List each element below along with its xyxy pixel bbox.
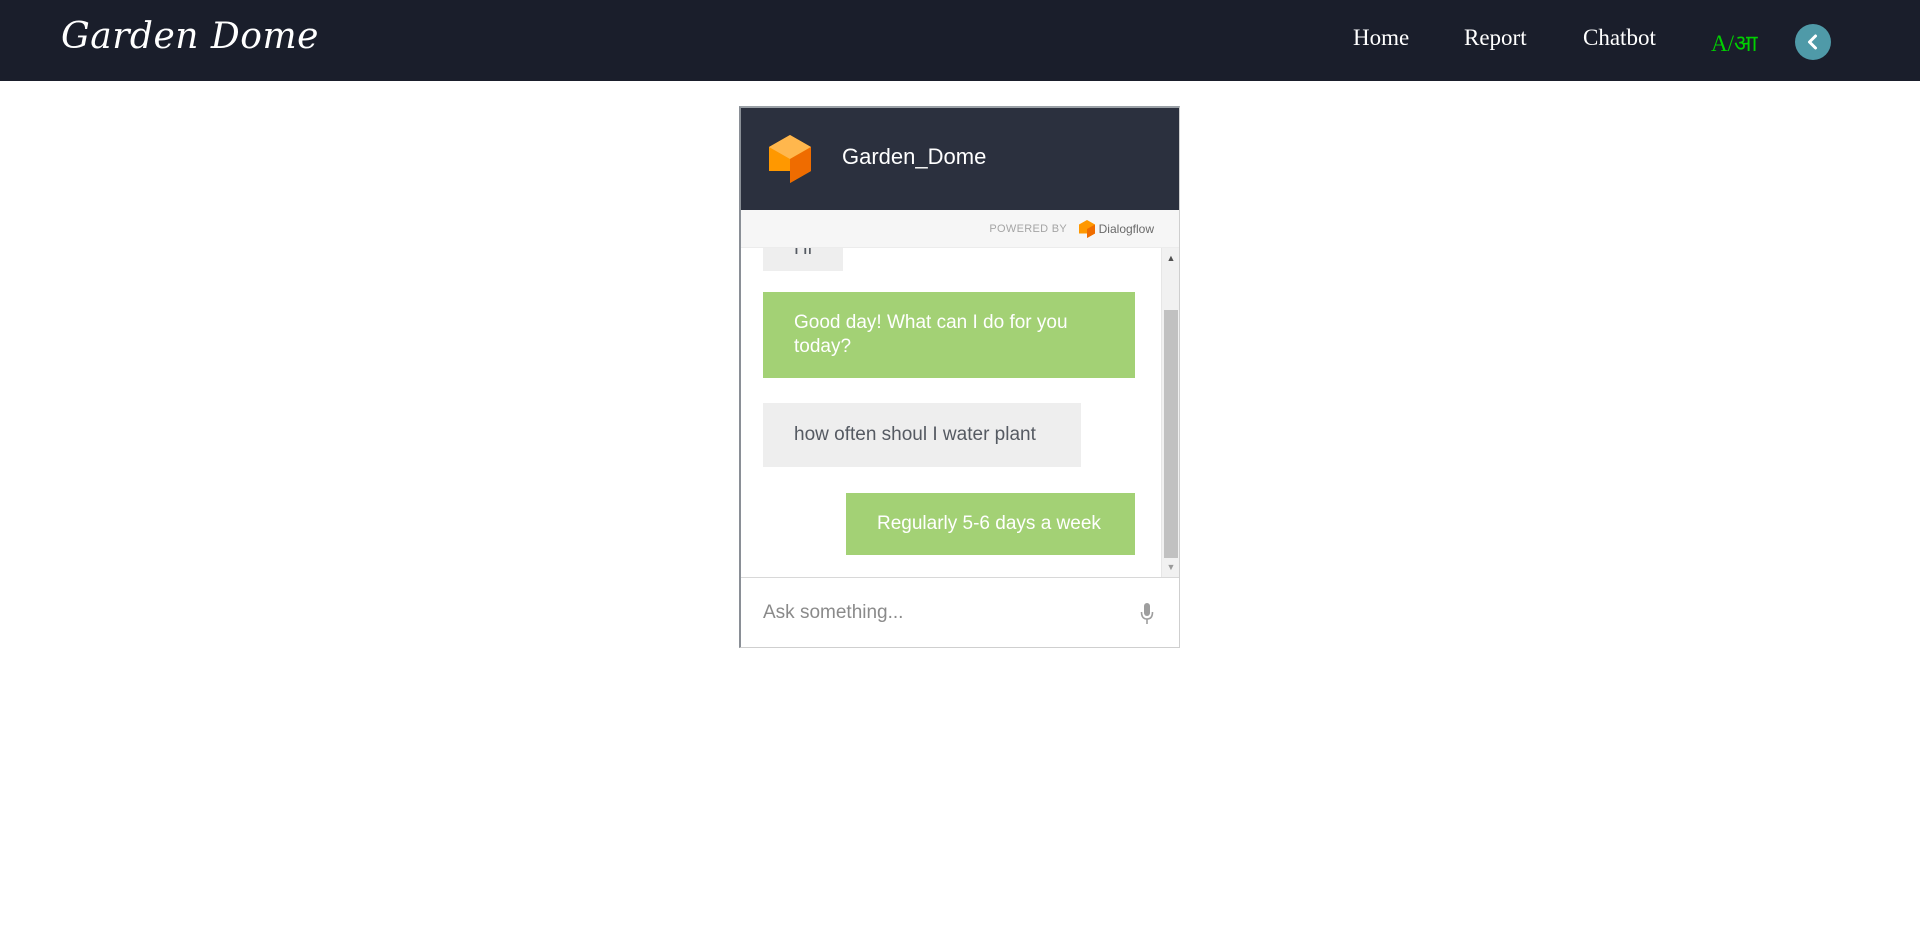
nav-link-home[interactable]: Home [1353,25,1409,51]
powered-by-bar: POWERED BY Dialogflow [741,210,1179,248]
language-option-english: A [1711,31,1728,56]
chevron-left-icon [1808,34,1817,50]
agent-name: Garden_Dome [842,144,987,169]
user-message: Hi [763,248,843,271]
brand-logo-text[interactable]: Garden Dome [61,16,319,57]
user-message: how often shoul I water plant [763,403,1081,467]
ask-input[interactable] [761,596,1121,630]
top-navbar: Garden Dome Home Report Chatbot A/आ [0,0,1920,81]
bot-message: Good day! What can I do for you today? [763,292,1135,378]
chat-header: Garden_Dome [741,108,1179,210]
nav-link-chatbot[interactable]: Chatbot [1583,25,1656,51]
scroll-up-arrow-icon[interactable]: ▲ [1162,250,1179,266]
back-button[interactable] [1795,24,1831,60]
powered-by-text: POWERED BY [989,223,1067,235]
chatbot-widget: Garden_Dome POWERED BY Dialogflow Hi Goo… [739,106,1180,648]
bot-message: Regularly 5-6 days a week [846,493,1135,555]
language-toggle[interactable]: A/आ [1711,26,1758,58]
scrollbar-thumb[interactable] [1164,310,1178,558]
dialogflow-brand-text: Dialogflow [1098,222,1154,236]
nav-link-report[interactable]: Report [1464,25,1527,51]
language-option-hindi: आ [1734,31,1758,56]
message-list[interactable]: Hi Good day! What can I do for you today… [741,248,1161,577]
agent-cube-logo-icon [769,135,811,183]
scroll-down-arrow-icon[interactable]: ▼ [1162,559,1179,575]
chat-input-area [741,577,1179,647]
microphone-icon[interactable] [1140,603,1154,625]
dialogflow-logo-icon [1079,220,1095,238]
message-scrollbar[interactable]: ▲ ▼ [1161,248,1179,577]
